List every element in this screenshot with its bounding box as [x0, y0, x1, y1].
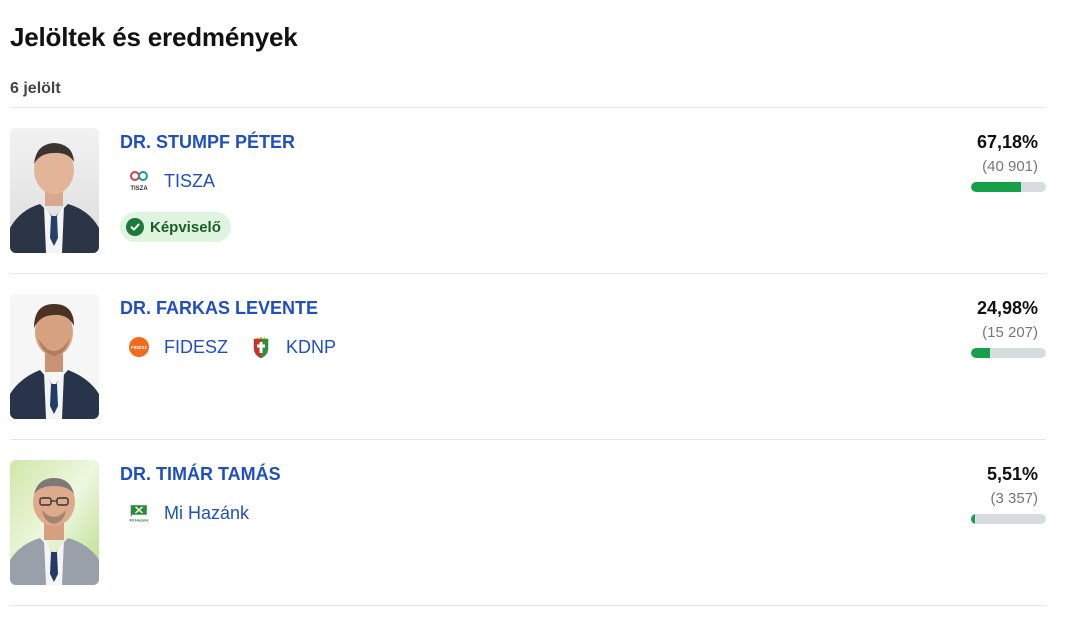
candidate-row[interactable]: DR. TIMÁR TAMÁS Mi Hazánk Mi Hazánk 5,51…	[10, 440, 1046, 606]
candidate-photo[interactable]	[10, 460, 99, 585]
status-badge: Képviselő	[120, 212, 231, 242]
tisza-logo-icon: TISZA	[126, 168, 152, 194]
candidate-count: 6 jelölt	[10, 80, 61, 97]
vote-share-bar	[971, 514, 1046, 524]
vote-share-fill	[971, 348, 990, 358]
vote-percent: 5,51%	[986, 464, 1038, 484]
party-link-kdnp[interactable]: KDNP	[248, 334, 336, 360]
party-name: KDNP	[286, 336, 337, 357]
badge-label: Képviselő	[150, 218, 221, 236]
candidate-row[interactable]: DR. STUMPF PÉTER TISZA TISZA Képviselő 6…	[10, 108, 1046, 274]
vote-share-bar	[971, 348, 1046, 358]
party-link-mi-hazank[interactable]: Mi Hazánk Mi Hazánk	[126, 500, 249, 526]
divider	[10, 605, 1046, 606]
candidate-photo[interactable]	[10, 294, 99, 419]
candidate-row[interactable]: DR. FARKAS LEVENTE FIDESZ FIDESZ KDNP 24…	[10, 274, 1046, 440]
party-name: TISZA	[164, 170, 216, 191]
vote-share-bar	[971, 182, 1046, 192]
vote-percent: 67,18%	[976, 132, 1038, 152]
page-title: Jelöltek és eredmények	[10, 22, 298, 52]
svg-text:FIDESZ: FIDESZ	[131, 345, 147, 350]
party-link-tisza[interactable]: TISZA TISZA	[126, 168, 215, 194]
candidate-name[interactable]: DR. TIMÁR TAMÁS	[120, 464, 281, 485]
party-name: FIDESZ	[164, 336, 229, 357]
candidate-name[interactable]: DR. FARKAS LEVENTE	[120, 298, 318, 319]
vote-count: (3 357)	[990, 490, 1038, 507]
vote-share-fill	[971, 182, 1022, 192]
party-name: Mi Hazánk	[164, 502, 250, 523]
candidates-section: Jelöltek és eredmények 6 jelölt DR. STUM…	[0, 0, 1075, 620]
candidate-photo[interactable]	[10, 128, 99, 253]
vote-share-fill	[971, 514, 976, 524]
vote-percent: 24,98%	[976, 298, 1038, 318]
candidate-name[interactable]: DR. STUMPF PÉTER	[120, 132, 295, 153]
fidesz-logo-icon: FIDESZ	[126, 334, 152, 360]
mi-hazank-logo-icon: Mi Hazánk	[126, 500, 152, 526]
svg-text:Mi Hazánk: Mi Hazánk	[129, 518, 149, 523]
check-icon	[126, 218, 144, 236]
party-link-fidesz[interactable]: FIDESZ FIDESZ	[126, 334, 228, 360]
svg-text:TISZA: TISZA	[130, 186, 148, 192]
vote-count: (40 901)	[982, 158, 1038, 175]
kdnp-shield-icon	[248, 334, 274, 360]
vote-count: (15 207)	[982, 324, 1038, 341]
